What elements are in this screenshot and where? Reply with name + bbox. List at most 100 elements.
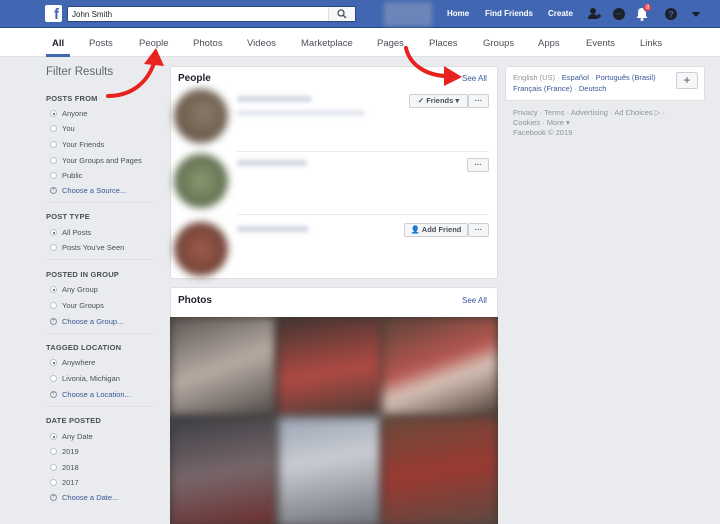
photo-thumbnail[interactable] <box>382 417 498 524</box>
privacy-link[interactable]: Privacy <box>513 108 538 117</box>
photos-grid <box>170 317 498 524</box>
radio[interactable] <box>50 244 57 251</box>
radio[interactable] <box>50 479 57 486</box>
divider <box>46 259 154 260</box>
tab-photos[interactable]: Photos <box>193 38 223 49</box>
radio-selected[interactable] <box>50 229 57 236</box>
add-friend-button[interactable]: 👤 Add Friend <box>404 223 468 237</box>
language-list-row-2: Français (France) · Deutsch <box>513 84 607 93</box>
more-options-button[interactable]: ··· <box>468 94 489 108</box>
advertising-link[interactable]: Advertising <box>571 108 608 117</box>
radio[interactable] <box>50 141 57 148</box>
person-1-details <box>237 110 365 116</box>
add-friend-icon: 👤 <box>410 225 420 234</box>
profile-avatar-link[interactable] <box>384 2 432 26</box>
find-friends-link[interactable]: Find Friends <box>485 9 533 18</box>
help-icon[interactable]: ? <box>663 6 679 22</box>
ad-choices-link[interactable]: Ad Choices <box>614 108 652 117</box>
active-tab-indicator <box>46 54 70 57</box>
person-1-avatar[interactable] <box>174 89 228 143</box>
person-2-avatar[interactable] <box>174 154 228 208</box>
photo-thumbnail[interactable] <box>170 417 276 524</box>
more-options-button[interactable]: ··· <box>468 223 489 237</box>
divider <box>46 406 154 407</box>
radio[interactable] <box>50 125 57 132</box>
top-navigation-bar: f John Smith Home Find Friends Create 8 … <box>0 0 720 28</box>
facebook-logo-icon[interactable]: f <box>45 5 62 22</box>
person-3-name[interactable] <box>237 226 309 232</box>
person-3-avatar[interactable] <box>174 222 228 276</box>
caret-down-icon[interactable] <box>688 6 704 22</box>
tab-links[interactable]: Links <box>640 38 662 49</box>
person-1-name[interactable] <box>237 96 312 102</box>
language-link-espanol[interactable]: Español <box>562 73 589 82</box>
radio[interactable] <box>50 302 57 309</box>
more-options-button[interactable]: ··· <box>467 158 489 172</box>
search-field[interactable]: John Smith <box>67 6 356 22</box>
radio[interactable] <box>50 172 57 179</box>
radio[interactable] <box>50 375 57 382</box>
create-link[interactable]: Create <box>548 9 573 18</box>
red-annotation-arrow-icon <box>404 46 462 86</box>
divider <box>46 202 154 203</box>
tab-groups[interactable]: Groups <box>483 38 514 49</box>
check-icon: ✓ <box>417 96 425 105</box>
photo-thumbnail[interactable] <box>382 317 498 417</box>
tab-apps[interactable]: Apps <box>538 38 560 49</box>
date-posted-heading: DATE POSTED <box>46 416 101 425</box>
people-heading: People <box>178 73 211 84</box>
tab-all[interactable]: All <box>52 38 64 49</box>
divider <box>46 333 154 334</box>
plus-circle-icon: + <box>50 391 57 398</box>
messenger-icon[interactable] <box>611 6 627 22</box>
post-type-heading: POST TYPE <box>46 212 90 221</box>
radio[interactable] <box>50 157 57 164</box>
radio-selected[interactable] <box>50 286 57 293</box>
plus-circle-icon: + <box>50 318 57 325</box>
language-link-deutsch[interactable]: Deutsch <box>579 84 607 93</box>
notification-count-badge: 8 <box>643 3 653 12</box>
plus-circle-icon: + <box>50 187 57 194</box>
search-button[interactable] <box>328 7 355 21</box>
red-annotation-arrow-icon <box>106 48 164 98</box>
photo-thumbnail[interactable] <box>278 317 382 417</box>
plus-circle-icon: + <box>50 494 57 501</box>
photo-thumbnail[interactable] <box>170 317 276 417</box>
radio-selected[interactable] <box>50 433 57 440</box>
cookies-link[interactable]: Cookies <box>513 118 540 127</box>
home-link[interactable]: Home <box>447 9 469 18</box>
divider <box>237 214 489 215</box>
language-link-francais[interactable]: Français (France) <box>513 84 572 93</box>
copyright-text: Facebook © 2019 <box>513 128 573 137</box>
more-languages-button[interactable]: + <box>676 72 698 89</box>
svg-text:?: ? <box>668 10 674 20</box>
friends-button[interactable]: ✓ Friends ▾ <box>409 94 468 108</box>
more-link[interactable]: More <box>547 118 564 127</box>
photos-heading: Photos <box>178 295 212 306</box>
ad-choices-icon: ▷ <box>654 108 661 117</box>
radio-selected[interactable] <box>50 110 57 117</box>
language-link-portugues[interactable]: Português (Brasil) <box>596 73 656 82</box>
friends-icon[interactable] <box>587 6 603 22</box>
search-input[interactable]: John Smith <box>72 10 112 19</box>
posts-from-heading: POSTS FROM <box>46 94 98 103</box>
tab-marketplace[interactable]: Marketplace <box>301 38 353 49</box>
terms-link[interactable]: Terms <box>544 108 564 117</box>
person-2-name[interactable] <box>237 160 307 166</box>
photos-see-all-link[interactable]: See All <box>462 296 487 305</box>
tab-events[interactable]: Events <box>586 38 615 49</box>
photo-thumbnail[interactable] <box>278 417 382 524</box>
radio[interactable] <box>50 448 57 455</box>
tab-videos[interactable]: Videos <box>247 38 276 49</box>
tagged-location-heading: TAGGED LOCATION <box>46 343 122 352</box>
people-see-all-link[interactable]: See All <box>462 74 487 83</box>
footer-links-row-1: Privacy · Terms · Advertising · Ad Choic… <box>513 108 666 117</box>
radio[interactable] <box>50 464 57 471</box>
search-icon <box>337 9 347 19</box>
divider <box>237 151 489 152</box>
posted-in-group-heading: POSTED IN GROUP <box>46 270 120 279</box>
footer-links-row-2: Cookies · More ▾ <box>513 118 570 127</box>
caret-down-icon: ▾ <box>455 96 460 105</box>
radio-selected[interactable] <box>50 359 57 366</box>
language-list-row-1: English (US) · Español · Português (Bras… <box>513 73 656 82</box>
